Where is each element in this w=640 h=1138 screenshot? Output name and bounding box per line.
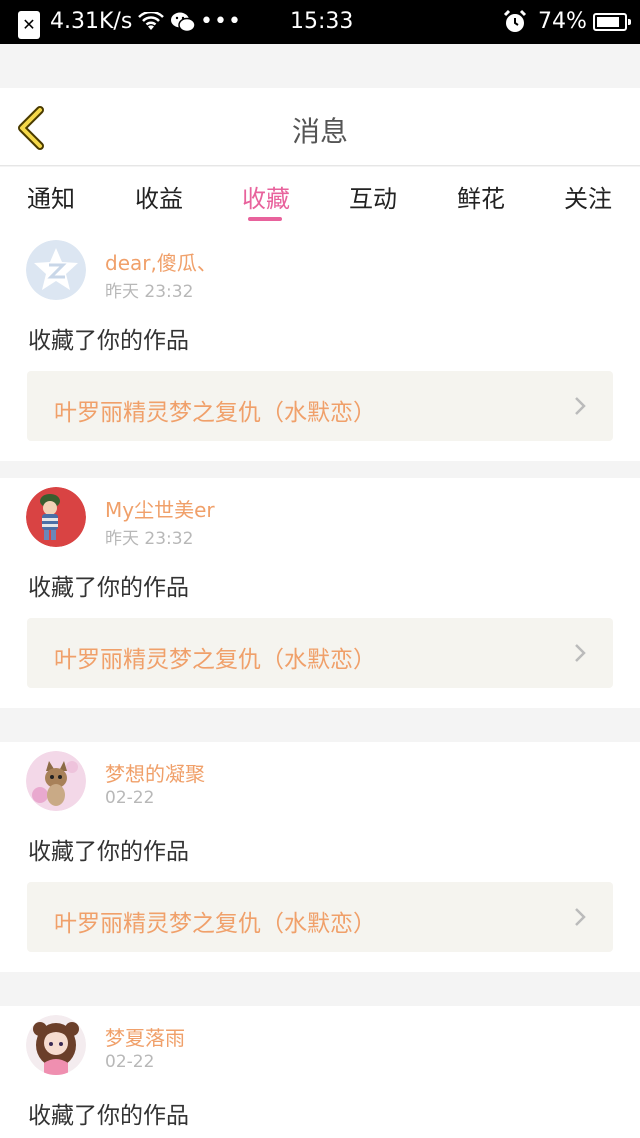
battery-indicator: 74% <box>538 8 631 36</box>
avatar[interactable] <box>26 240 86 300</box>
chevron-right-icon <box>575 397 586 415</box>
work-link[interactable]: 叶罗丽精灵梦之复仇（水默恋） <box>27 882 613 952</box>
work-title: 叶罗丽精灵梦之复仇（水默恋） <box>54 647 376 673</box>
action-text: 收藏了你的作品 <box>28 839 189 865</box>
list-item: My尘世美er 昨天 23:32 收藏了你的作品 叶罗丽精灵梦之复仇（水默恋） <box>0 478 640 708</box>
clock: 15:33 <box>290 9 354 34</box>
action-text: 收藏了你的作品 <box>28 328 189 354</box>
tab-flowers[interactable]: 鲜花 <box>441 179 521 214</box>
active-tab-indicator <box>248 217 282 221</box>
work-title: 叶罗丽精灵梦之复仇（水默恋） <box>54 400 376 426</box>
tab-bar: 通知 收益 收藏 互动 鲜花 关注 <box>0 167 640 231</box>
tab-earnings[interactable]: 收益 <box>119 179 199 214</box>
network-speed: 4.31K/s <box>50 9 133 34</box>
list-item: 梦夏落雨 02-22 收藏了你的作品 <box>0 1006 640 1138</box>
avatar[interactable] <box>26 487 86 547</box>
tab-follows[interactable]: 关注 <box>548 179 628 214</box>
page-title: 消息 <box>291 115 348 148</box>
timestamp: 02-22 <box>105 788 155 808</box>
cat-avatar-icon <box>26 751 86 811</box>
wechat-icon <box>170 8 196 36</box>
username[interactable]: 梦夏落雨 <box>105 1022 185 1051</box>
list-item: 梦想的凝聚 02-22 收藏了你的作品 叶罗丽精灵梦之复仇（水默恋） <box>0 742 640 972</box>
chevron-right-icon <box>575 908 586 926</box>
header: 消息 <box>0 88 640 166</box>
close-box-icon: ✕ <box>18 11 40 39</box>
boy-avatar-icon <box>26 487 86 547</box>
tab-notifications[interactable]: 通知 <box>11 179 91 214</box>
qzone-avatar-icon <box>26 240 86 300</box>
wifi-icon <box>138 8 164 36</box>
tab-favorites[interactable]: 收藏 <box>226 179 306 214</box>
tab-interactions[interactable]: 互动 <box>333 179 413 214</box>
action-text: 收藏了你的作品 <box>28 1103 189 1129</box>
timestamp: 昨天 23:32 <box>105 529 194 549</box>
battery-icon <box>592 13 631 31</box>
username[interactable]: 梦想的凝聚 <box>105 758 205 787</box>
timestamp: 昨天 23:32 <box>105 282 194 302</box>
work-title: 叶罗丽精灵梦之复仇（水默恋） <box>54 911 376 937</box>
work-link[interactable]: 叶罗丽精灵梦之复仇（水默恋） <box>27 618 613 688</box>
timestamp: 02-22 <box>105 1052 155 1072</box>
avatar[interactable] <box>26 751 86 811</box>
battery-percent: 74% <box>538 9 587 34</box>
username[interactable]: My尘世美er <box>105 494 215 523</box>
status-bar: ✕ 4.31K/s ••• 15:33 74% <box>0 0 640 44</box>
work-link[interactable]: 叶罗丽精灵梦之复仇（水默恋） <box>27 371 613 441</box>
chevron-right-icon <box>575 644 586 662</box>
more-indicator: ••• <box>200 9 242 34</box>
username[interactable]: dear,傻瓜、 <box>105 247 217 276</box>
avatar[interactable] <box>26 1015 86 1075</box>
list-item: dear,傻瓜、 昨天 23:32 收藏了你的作品 叶罗丽精灵梦之复仇（水默恋） <box>0 231 640 461</box>
action-text: 收藏了你的作品 <box>28 575 189 601</box>
girl-avatar-icon <box>26 1015 86 1075</box>
alarm-icon <box>502 8 528 36</box>
